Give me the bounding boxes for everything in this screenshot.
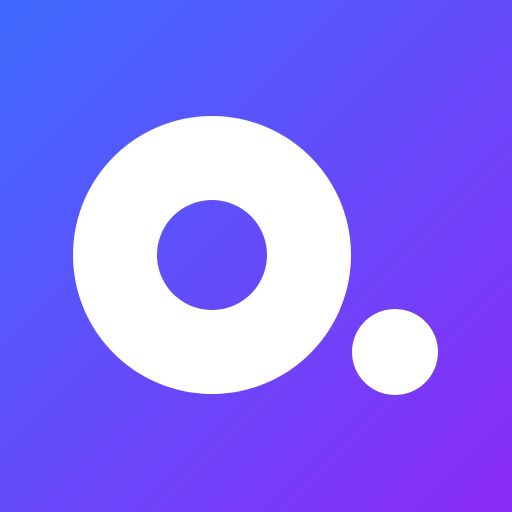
app-logo-graphic <box>0 0 512 512</box>
dot-icon <box>352 309 438 395</box>
app-icon <box>0 0 512 512</box>
